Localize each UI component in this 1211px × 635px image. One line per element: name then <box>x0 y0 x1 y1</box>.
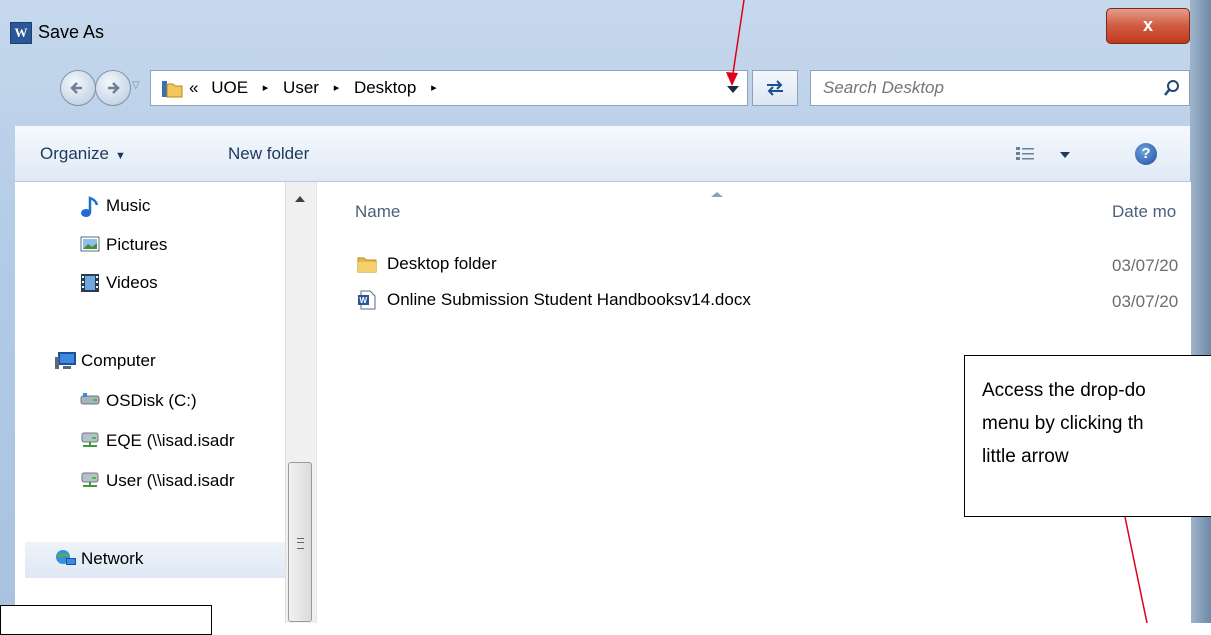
column-header-date-modified[interactable]: Date mo <box>1112 202 1191 222</box>
scroll-up-arrow-icon[interactable] <box>295 196 305 202</box>
folder-location-icon <box>162 81 183 98</box>
nav-scrollbar[interactable] <box>285 182 316 623</box>
disk-icon <box>80 391 100 411</box>
breadcrumb-separator-icon[interactable]: ▸ <box>334 82 340 94</box>
close-button[interactable]: x <box>1106 8 1190 44</box>
forward-arrow-icon <box>108 82 120 94</box>
title-bar: W Save As x <box>0 0 1211 56</box>
sidebar-item-music[interactable]: Music <box>80 196 151 217</box>
help-icon[interactable]: ? <box>1135 143 1157 165</box>
breadcrumb-separator-icon[interactable]: ▸ <box>263 82 269 94</box>
breadcrumb-item-user[interactable]: User <box>283 78 319 97</box>
callout-line: menu by clicking th <box>982 413 1144 434</box>
sidebar-item-user-drive[interactable]: User (\\isad.isadr <box>80 471 234 491</box>
sidebar-item-network[interactable]: Network <box>55 549 143 569</box>
view-options-icon[interactable] <box>1016 146 1034 162</box>
callout-text: Access the drop-do menu by clicking th l… <box>982 374 1211 473</box>
computer-icon <box>55 351 76 371</box>
sidebar-item-computer[interactable]: Computer <box>55 351 156 371</box>
sidebar-item-videos[interactable]: Videos <box>80 273 158 293</box>
sidebar-item-label: Pictures <box>106 235 168 254</box>
back-arrow-icon <box>70 82 82 94</box>
back-button[interactable] <box>60 70 96 106</box>
sidebar-item-label: EQE (\\isad.isadr <box>106 431 235 450</box>
network-drive-icon <box>80 471 100 491</box>
sidebar-item-eqe-drive[interactable]: EQE (\\isad.isadr <box>80 431 235 451</box>
sidebar-item-label: User (\\isad.isadr <box>106 471 235 490</box>
breadcrumb-item-uoe[interactable]: UOE <box>211 78 248 97</box>
breadcrumb-item-desktop[interactable]: Desktop <box>354 78 416 97</box>
breadcrumb: « UOE ▸ User ▸ Desktop ▸ <box>189 78 447 98</box>
network-icon <box>55 549 76 569</box>
sort-ascending-icon <box>711 192 723 197</box>
file-name: Desktop folder <box>387 254 497 273</box>
callout-line: Access the drop-do <box>982 380 1146 401</box>
sidebar-item-label: Music <box>106 196 151 215</box>
word-document-icon: W <box>357 290 377 310</box>
network-drive-icon <box>80 431 100 451</box>
forward-button[interactable] <box>95 70 131 106</box>
command-bar: Organize ▼ New folder ? <box>15 126 1190 182</box>
column-header-name[interactable]: Name <box>355 202 400 222</box>
address-bar[interactable]: « UOE ▸ User ▸ Desktop ▸ <box>150 70 748 106</box>
callout-line: little arrow <box>982 446 1069 467</box>
view-dropdown-arrow-icon[interactable] <box>1060 152 1070 158</box>
music-icon <box>80 196 100 217</box>
window-title: Save As <box>38 22 105 42</box>
scroll-grip-icon <box>297 538 304 549</box>
scroll-thumb[interactable] <box>288 462 312 622</box>
refresh-icon <box>767 80 783 96</box>
recent-pages-dropdown[interactable]: ▽ <box>132 80 140 91</box>
breadcrumb-separator-icon[interactable]: ▸ <box>431 82 437 94</box>
pictures-icon <box>80 235 100 255</box>
sidebar-item-osdisk[interactable]: OSDisk (C:) <box>80 391 197 411</box>
videos-icon <box>80 273 100 293</box>
file-row-desktop-folder[interactable]: Desktop folder <box>357 254 497 274</box>
sidebar-item-pictures[interactable]: Pictures <box>80 235 167 255</box>
file-row-handbook-docx[interactable]: W Online Submission Student Handbooksv14… <box>357 290 751 310</box>
search-box[interactable] <box>810 70 1190 106</box>
folder-icon <box>357 254 377 274</box>
address-dropdown-arrow-icon[interactable] <box>727 86 739 93</box>
new-folder-button[interactable]: New folder <box>228 144 309 164</box>
breadcrumb-overflow[interactable]: « <box>189 78 198 97</box>
svg-text:W: W <box>360 296 368 305</box>
organize-label: Organize <box>40 144 109 163</box>
word-app-icon: W <box>10 22 32 44</box>
organize-button[interactable]: Organize ▼ <box>40 144 126 164</box>
search-icon[interactable] <box>1163 79 1181 97</box>
sidebar-item-label: Computer <box>81 351 156 370</box>
sidebar-item-label: Network <box>81 549 144 568</box>
file-name: Online Submission Student Handbooksv14.d… <box>387 290 751 309</box>
file-date: 03/07/20 <box>1112 256 1179 275</box>
search-input[interactable] <box>821 77 1145 99</box>
annotation-box-partial <box>0 605 212 635</box>
sidebar-item-label: OSDisk (C:) <box>106 391 197 410</box>
file-date: 03/07/20 <box>1112 292 1179 311</box>
save-as-dialog: W Save As x ▽ « UOE ▸ User ▸ Desktop ▸ S… <box>0 0 1211 623</box>
background-window-edge <box>1190 0 1211 623</box>
annotation-callout: Access the drop-do menu by clicking th l… <box>964 355 1211 517</box>
chevron-down-icon: ▼ <box>114 150 126 162</box>
sidebar-item-label: Videos <box>106 273 158 292</box>
refresh-button[interactable] <box>752 70 798 106</box>
